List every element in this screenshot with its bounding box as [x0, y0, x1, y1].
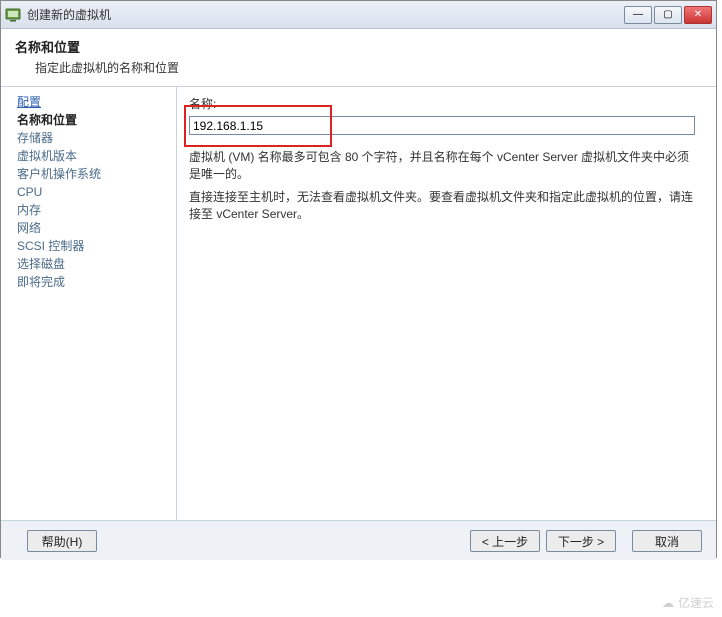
- watermark-text: 亿速云: [678, 594, 714, 611]
- nav-step-finish[interactable]: 即将完成: [17, 273, 166, 291]
- titlebar[interactable]: 创建新的虚拟机 — ▢ ✕: [1, 1, 716, 29]
- page-subtitle: 指定此虚拟机的名称和位置: [35, 59, 702, 76]
- name-input[interactable]: [193, 118, 691, 133]
- back-button[interactable]: < 上一步: [470, 530, 540, 552]
- window-title: 创建新的虚拟机: [27, 6, 111, 23]
- nav-step-name[interactable]: 名称和位置: [17, 111, 166, 129]
- wizard-nav: 配置 名称和位置 存储器 虚拟机版本 客户机操作系统 CPU 内存 网络 SCS…: [1, 87, 177, 520]
- hint-text-1: 虚拟机 (VM) 名称最多可包含 80 个字符，并且名称在每个 vCenter …: [189, 149, 699, 183]
- wizard-content: 名称: 虚拟机 (VM) 名称最多可包含 80 个字符，并且名称在每个 vCen…: [177, 87, 716, 520]
- dialog-window: 创建新的虚拟机 — ▢ ✕ 名称和位置 指定此虚拟机的名称和位置 配置 名称和位…: [0, 0, 717, 558]
- nav-step-cpu[interactable]: CPU: [17, 183, 166, 201]
- close-button[interactable]: ✕: [684, 6, 712, 24]
- nav-step-scsi[interactable]: SCSI 控制器: [17, 237, 166, 255]
- wizard-footer: 帮助(H) < 上一步 下一步 > 取消: [1, 521, 716, 560]
- name-label: 名称:: [189, 95, 704, 112]
- wizard-header: 名称和位置 指定此虚拟机的名称和位置: [1, 29, 716, 87]
- watermark: ☁ 亿速云: [662, 594, 714, 611]
- page-title: 名称和位置: [15, 37, 702, 56]
- nav-step-guest-os[interactable]: 客户机操作系统: [17, 165, 166, 183]
- cancel-button[interactable]: 取消: [632, 530, 702, 552]
- hint-text-2: 直接连接至主机时，无法查看虚拟机文件夹。要查看虚拟机文件夹和指定此虚拟机的位置，…: [189, 189, 699, 223]
- help-button[interactable]: 帮助(H): [27, 530, 97, 552]
- maximize-button[interactable]: ▢: [654, 6, 682, 24]
- name-input-wrap: [189, 116, 695, 135]
- cloud-icon: ☁: [662, 596, 674, 610]
- nav-step-version[interactable]: 虚拟机版本: [17, 147, 166, 165]
- nav-step-config[interactable]: 配置: [17, 93, 166, 111]
- nav-step-disk[interactable]: 选择磁盘: [17, 255, 166, 273]
- nav-step-memory[interactable]: 内存: [17, 201, 166, 219]
- wizard-body: 配置 名称和位置 存储器 虚拟机版本 客户机操作系统 CPU 内存 网络 SCS…: [1, 87, 716, 521]
- next-button[interactable]: 下一步 >: [546, 530, 616, 552]
- minimize-button[interactable]: —: [624, 6, 652, 24]
- window-controls: — ▢ ✕: [624, 6, 712, 24]
- nav-step-network[interactable]: 网络: [17, 219, 166, 237]
- nav-step-storage[interactable]: 存储器: [17, 129, 166, 147]
- vm-icon: [5, 7, 21, 23]
